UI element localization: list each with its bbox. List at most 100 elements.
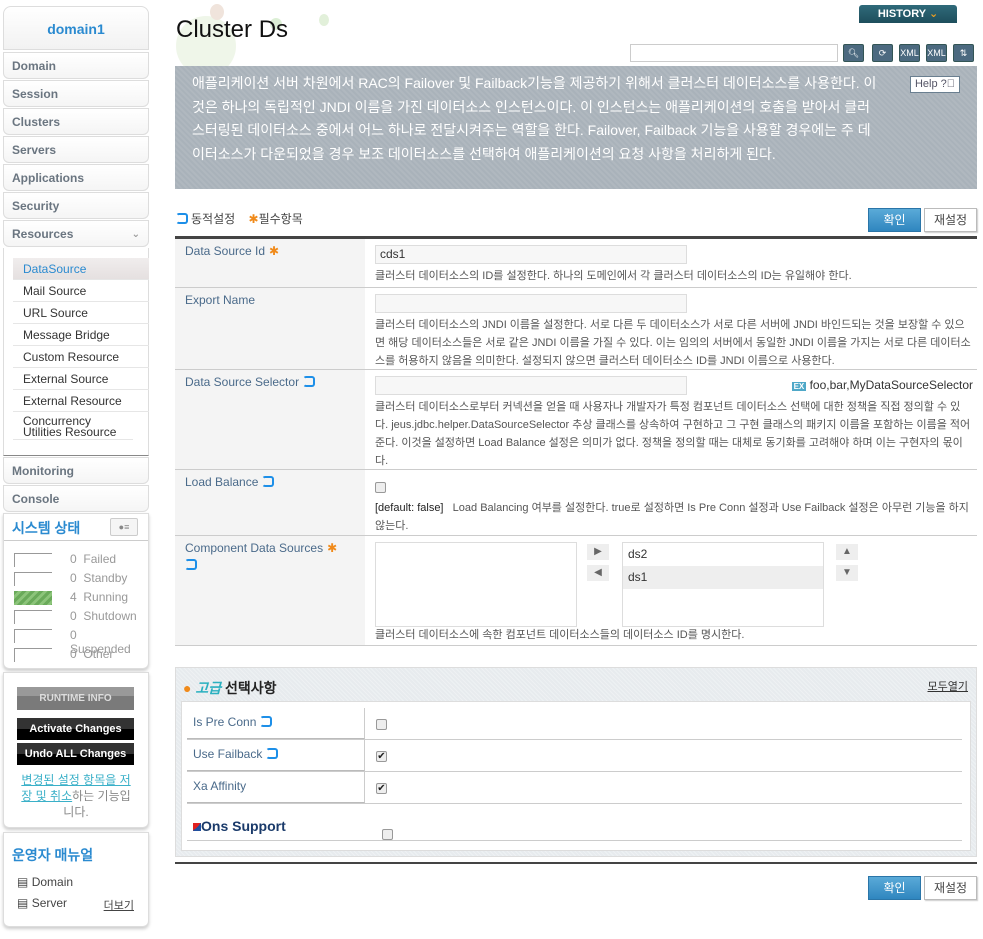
sidebar-item-session[interactable]: Session xyxy=(3,80,149,107)
move-down-icon[interactable]: ▼ xyxy=(836,565,858,581)
required-icon: ✱ xyxy=(327,541,338,555)
domain-header[interactable]: domain1 xyxy=(3,6,149,50)
row-is-pre-conn: Is Pre Conn xyxy=(187,708,962,740)
xml-download-icon[interactable]: XML xyxy=(926,44,947,62)
runtime-info-button[interactable]: RUNTIME INFO xyxy=(17,687,134,710)
sub-mail-source[interactable]: Mail Source xyxy=(13,280,149,302)
list-item[interactable]: ds1 xyxy=(623,566,823,589)
sub-concurrency-utilities[interactable]: Concurrency Utilities Resource xyxy=(13,412,133,440)
help-text: 클러스터 데이터소스에 속한 컴포넌트 데이터소스들의 데이터소스 ID를 명시… xyxy=(375,629,745,641)
search-icon[interactable]: 🔍︎ xyxy=(843,44,864,62)
description: 애플리케이션 서버 차원에서 RAC의 Failover 및 Failback기… xyxy=(175,66,977,189)
manual-link-server[interactable]: ▤ Server xyxy=(17,896,67,910)
book-icon: ▤ xyxy=(17,875,29,889)
expand-all-link[interactable]: 모두열기 xyxy=(928,678,968,694)
field-label: Component Data Sources xyxy=(185,541,324,555)
resources-label: Resources xyxy=(12,227,74,241)
move-up-icon[interactable]: ▲ xyxy=(836,544,858,560)
row-export-name: Export Name 클러스터 데이터소스의 JNDI 이름을 설정한다. 서… xyxy=(175,288,977,370)
data-source-id-input[interactable]: cds1 xyxy=(375,245,687,264)
sync-icon xyxy=(185,559,197,570)
sub-custom-resource[interactable]: Custom Resource xyxy=(13,346,149,368)
field-label: Export Name xyxy=(185,293,256,307)
reset-button-bottom[interactable]: 재설정 xyxy=(924,876,977,900)
move-left-icon[interactable]: ◀ xyxy=(587,565,609,581)
load-balance-checkbox[interactable] xyxy=(375,482,386,493)
help-button[interactable]: Help ?⃞ xyxy=(910,76,960,93)
row-data-source-id: Data Source Id ✱ cds1 클러스터 데이터소스의 ID를 설정한다… xyxy=(175,239,977,288)
sidebar-item-resources[interactable]: Resources ⌄ xyxy=(3,220,149,247)
use-failback-checkbox[interactable]: ✔ xyxy=(376,751,387,762)
sidebar-item-domain[interactable]: Domain xyxy=(3,52,149,79)
legend: 동적설정 ✱필수항목 xyxy=(176,210,303,227)
question-icon: ?⃞ xyxy=(940,78,956,90)
sidebar-item-monitoring[interactable]: Monitoring xyxy=(3,457,149,484)
row-data-source-selector: Data Source Selector EX foo,bar,MyDataSo… xyxy=(175,370,977,470)
sync-icon xyxy=(266,748,279,759)
field-label: Load Balance xyxy=(185,475,259,489)
chevron-down-icon: ⌄ xyxy=(928,8,939,20)
changes-note: 변경된 설정 항목을 저장 및 취소하는 기능입니다. xyxy=(21,773,131,819)
bulb-icon: ● xyxy=(183,680,192,696)
move-right-icon[interactable]: ▶ xyxy=(587,544,609,560)
required-icon: ✱ xyxy=(248,212,259,226)
example-badge-icon: EX xyxy=(791,382,807,391)
undo-all-changes-button[interactable]: Undo ALL Changes xyxy=(17,743,134,765)
row-component-data-sources: Component Data Sources ✱ ▶ ◀ ds2 ds1 ▲ ▼ … xyxy=(175,536,977,646)
manual-title: 운영자 매뉴얼 xyxy=(12,847,94,863)
sidebar-item-security[interactable]: Security xyxy=(3,192,149,219)
sub-url-source[interactable]: URL Source xyxy=(13,302,149,324)
sub-external-source[interactable]: External Source xyxy=(13,368,149,390)
manual-link-domain[interactable]: ▤ Domain xyxy=(17,875,73,889)
example: EX foo,bar,MyDataSourceSelector xyxy=(791,378,973,392)
field-label: Data Source Id xyxy=(185,244,266,258)
reset-button[interactable]: 재설정 xyxy=(924,208,977,232)
status-other: 0 Other xyxy=(14,646,144,665)
export-name-input[interactable] xyxy=(375,294,687,313)
sub-external-resource[interactable]: External Resource xyxy=(13,390,149,412)
sidebar-item-servers[interactable]: Servers xyxy=(3,136,149,163)
is-pre-conn-checkbox[interactable] xyxy=(376,719,387,730)
ok-button[interactable]: 확인 xyxy=(868,208,921,232)
sync-icon xyxy=(303,376,316,387)
export-icon[interactable]: ⇅ xyxy=(953,44,974,62)
row-use-failback: Use Failback ✔ xyxy=(187,740,962,772)
status-standby: 0 Standby xyxy=(14,570,144,589)
selector-input[interactable] xyxy=(375,376,687,395)
sidebar-item-console[interactable]: Console xyxy=(3,485,149,512)
advanced-panel: ● 고급 선택사항 모두열기 Is Pre Conn Use Failback ✔… xyxy=(175,667,977,857)
advanced-title: ● 고급 선택사항 xyxy=(183,680,277,696)
xa-affinity-checkbox[interactable]: ✔ xyxy=(376,783,387,794)
history-button[interactable]: HISTORY ⌄ xyxy=(859,5,957,23)
help-text: 클러스터 데이터소스의 ID를 설정한다. 하나의 도메인에서 각 클러스터 데… xyxy=(375,270,852,282)
more-link[interactable]: 더보기 xyxy=(104,897,134,913)
sync-icon xyxy=(176,213,188,224)
required-icon: ✱ xyxy=(269,244,280,258)
ons-support-checkbox[interactable] xyxy=(382,829,393,840)
status-shutdown: 0 Shutdown xyxy=(14,608,144,627)
ons-support-label[interactable]: Ons Support xyxy=(201,818,286,834)
status-suspended: 0 Suspended xyxy=(14,627,144,656)
xml-upload-icon[interactable]: XML xyxy=(899,44,920,62)
search-input[interactable] xyxy=(630,44,838,62)
available-list[interactable] xyxy=(375,542,577,627)
list-item[interactable]: ds2 xyxy=(623,543,823,566)
manual-panel: 운영자 매뉴얼 ▤ Domain ▤ Server 더보기 xyxy=(3,832,149,927)
sidebar-item-clusters[interactable]: Clusters xyxy=(3,108,149,135)
field-label: Data Source Selector xyxy=(185,375,300,389)
monitor-icon[interactable]: ●≡ xyxy=(110,518,138,536)
chevron-down-icon: ⌄ xyxy=(131,229,140,240)
row-load-balance: Load Balance [default: false] Load Balan… xyxy=(175,470,977,536)
book-icon: ▤ xyxy=(17,896,29,910)
sidebar-item-applications[interactable]: Applications xyxy=(3,164,149,191)
refresh-icon[interactable]: ⟳ xyxy=(872,44,893,62)
activate-changes-button[interactable]: Activate Changes xyxy=(17,718,134,740)
status-running: 4 Running xyxy=(14,589,144,608)
default-value: [default: false] xyxy=(375,502,444,514)
sub-datasource[interactable]: DataSource xyxy=(13,258,149,280)
row-xa-affinity: Xa Affinity ✔ xyxy=(187,772,962,804)
sub-message-bridge[interactable]: Message Bridge xyxy=(13,324,149,346)
selected-list[interactable]: ds2 ds1 xyxy=(622,542,824,627)
page-title: Cluster Ds xyxy=(176,16,289,43)
ok-button-bottom[interactable]: 확인 xyxy=(868,876,921,900)
